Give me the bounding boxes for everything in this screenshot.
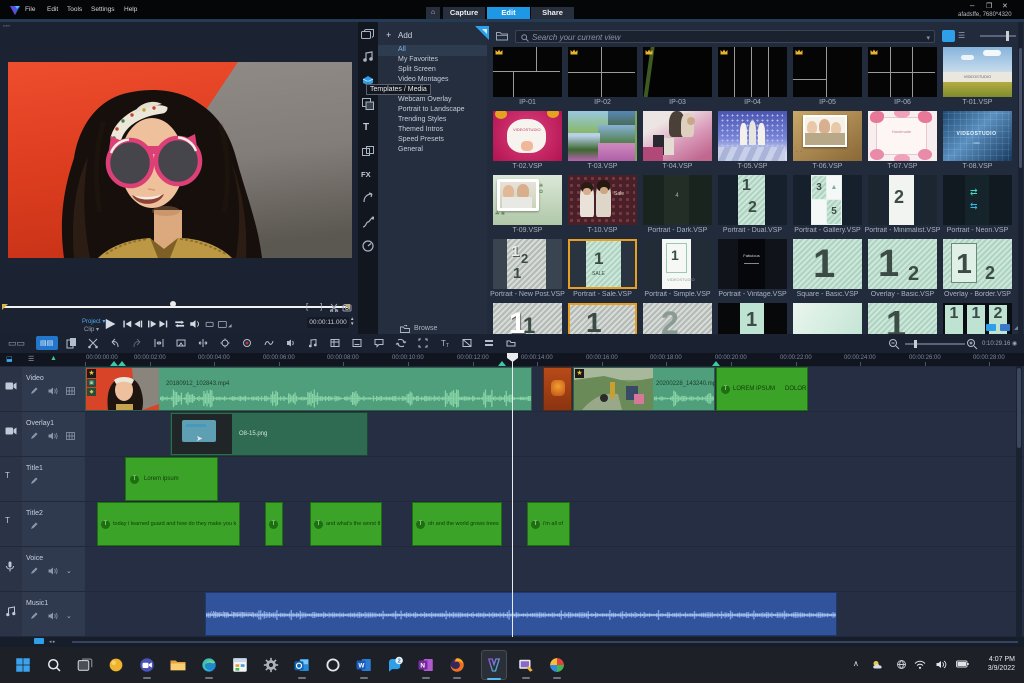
- svg-text:N: N: [420, 663, 425, 670]
- svg-text:2: 2: [398, 659, 401, 665]
- svg-text:W: W: [358, 663, 364, 670]
- svg-text:T: T: [446, 343, 449, 349]
